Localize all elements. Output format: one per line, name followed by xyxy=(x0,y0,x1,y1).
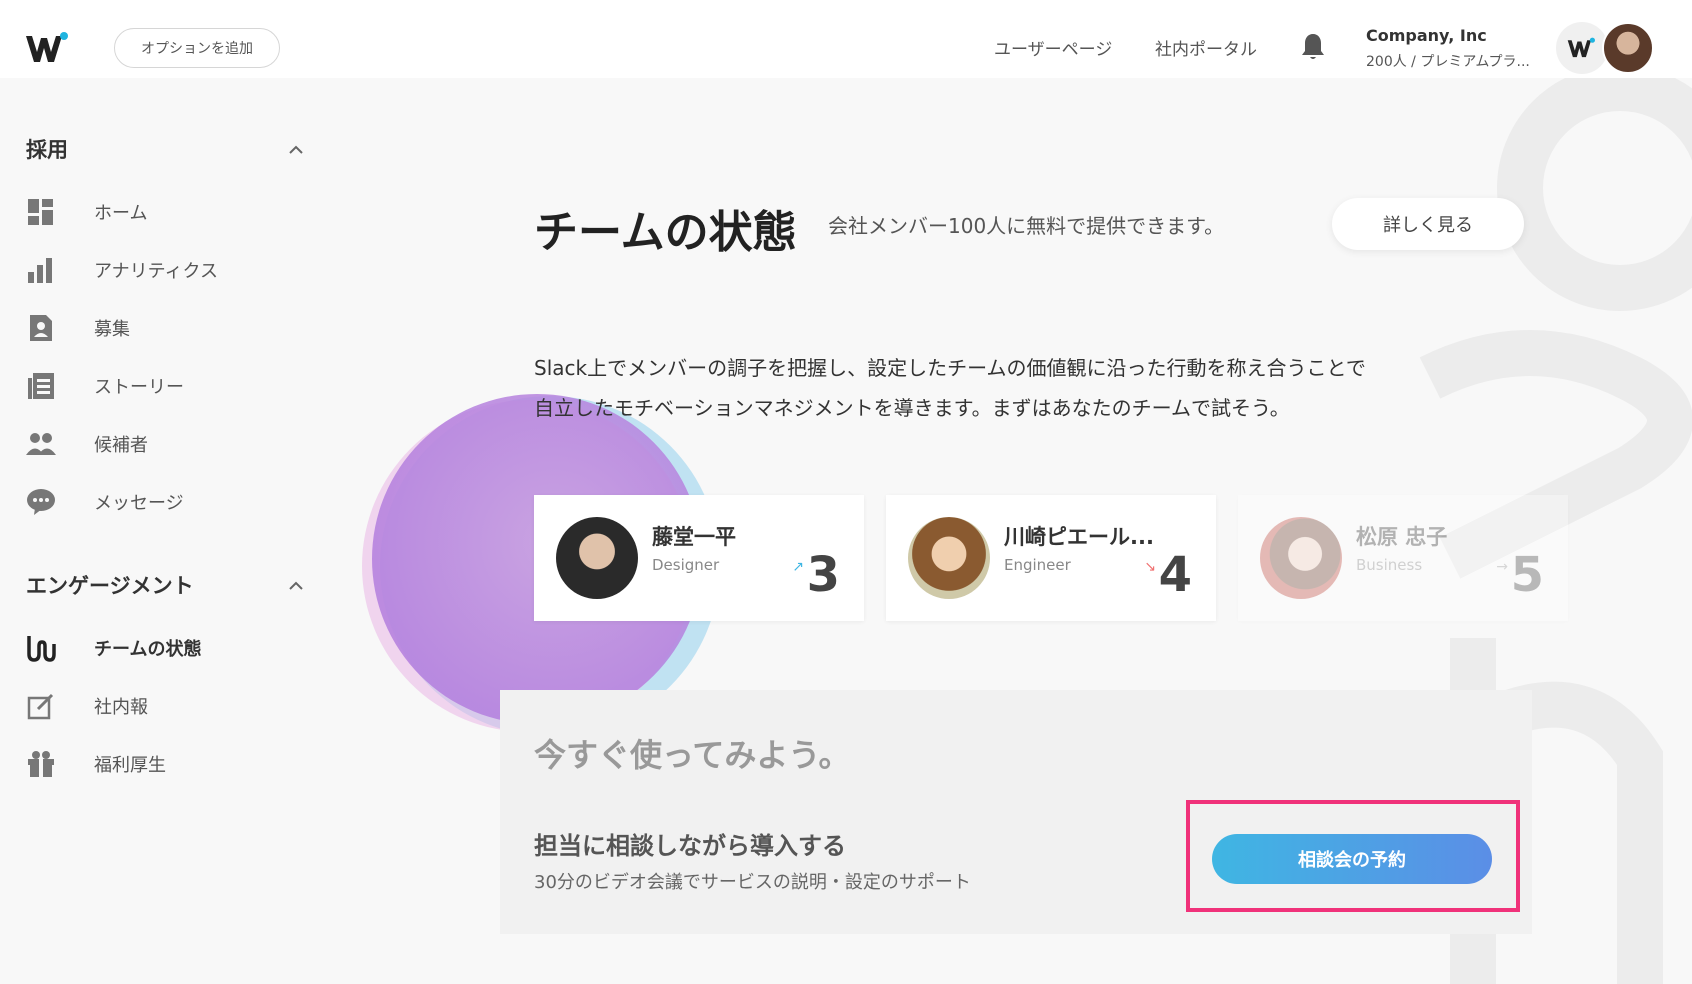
member-card[interactable]: 藤堂一平 Designer ↗ 3 xyxy=(534,495,864,621)
company-logo-avatar[interactable] xyxy=(1556,22,1608,74)
member-role: Designer xyxy=(652,556,720,574)
sidebar-item-benefits[interactable]: 福利厚生 xyxy=(26,744,316,784)
feature-description: Slack上でメンバーの調子を把握し、設定したチームの価値観に沿った行動を称え合… xyxy=(534,348,1494,428)
sidebar-item-label: チームの状態 xyxy=(94,639,202,660)
sidebar-item-label: アナリティクス xyxy=(94,261,219,282)
member-score: 4 xyxy=(1158,547,1192,603)
member-score: 3 xyxy=(806,547,840,603)
add-option-button[interactable]: オプションを追加 xyxy=(114,28,280,68)
bar-chart-icon xyxy=(26,255,56,285)
member-role: Engineer xyxy=(1004,556,1071,574)
description-line-2: 自立したモチベーションマネジメントを導きます。まずはあなたのチームで試そう。 xyxy=(534,396,1290,420)
member-score: 5 xyxy=(1510,547,1544,603)
book-consultation-button[interactable]: 相談会の予約 xyxy=(1212,834,1492,884)
company-info[interactable]: Company, Inc 200人 / プレミアムプラ... xyxy=(1366,26,1530,71)
page-title: チームの状態 xyxy=(534,207,797,258)
learn-more-button[interactable]: 詳しく見る xyxy=(1332,198,1524,250)
nav-user-page-link[interactable]: ユーザーページ xyxy=(994,35,1112,60)
job-posting-icon xyxy=(26,313,56,343)
sidebar-item-candidates[interactable]: 候補者 xyxy=(26,424,316,464)
trend-up-arrow-icon: ↗ xyxy=(792,559,804,575)
chevron-up-icon[interactable] xyxy=(288,580,304,590)
sidebar-item-analytics[interactable]: アナリティクス xyxy=(26,250,316,290)
page-subtitle: 会社メンバー100人に無料で提供できます。 xyxy=(828,214,1225,238)
consultation-title: 担当に相談しながら導入する xyxy=(534,832,846,860)
sidebar-item-label: 社内報 xyxy=(94,697,148,718)
member-card[interactable]: 川崎ピエール... Engineer ↘ 4 xyxy=(886,495,1216,621)
notification-bell-icon[interactable] xyxy=(1300,32,1326,62)
company-name: Company, Inc xyxy=(1366,26,1487,45)
sidebar-item-label: ストーリー xyxy=(94,377,184,398)
sidebar-item-label: ホーム xyxy=(94,203,148,224)
user-avatar[interactable] xyxy=(1602,22,1654,74)
edit-note-icon xyxy=(26,691,56,721)
gift-icon xyxy=(26,749,56,779)
member-name: 川崎ピエール... xyxy=(1004,525,1154,549)
sidebar-item-label: 募集 xyxy=(94,319,130,340)
consultation-subtitle: 30分のビデオ会議でサービスの説明・設定のサポート xyxy=(534,872,971,893)
sidebar-item-internal-newsletter[interactable]: 社内報 xyxy=(26,686,316,726)
company-plan: 200人 / プレミアムプラ... xyxy=(1366,54,1530,70)
member-photo xyxy=(1260,517,1342,599)
people-icon xyxy=(26,429,56,459)
get-started-title: 今すぐ使ってみよう。 xyxy=(534,736,851,774)
chat-icon xyxy=(26,487,56,517)
wantedly-logo[interactable] xyxy=(24,28,72,68)
sidebar-item-home[interactable]: ホーム xyxy=(26,192,316,232)
sidebar-section-engagement[interactable]: エンゲージメント xyxy=(26,570,194,600)
member-photo xyxy=(908,517,990,599)
member-role: Business xyxy=(1356,556,1423,574)
member-name: 松原 忠子 xyxy=(1356,525,1448,549)
trend-down-arrow-icon: ↘ xyxy=(1144,559,1156,575)
sidebar-item-label: 候補者 xyxy=(94,435,148,456)
member-card[interactable]: 松原 忠子 Business → 5 xyxy=(1238,495,1568,621)
article-icon xyxy=(26,371,56,401)
member-photo xyxy=(556,517,638,599)
nav-company-portal-link[interactable]: 社内ポータル xyxy=(1155,35,1257,60)
sidebar-item-label: 福利厚生 xyxy=(94,755,166,776)
sidebar-item-job-posting[interactable]: 募集 xyxy=(26,308,316,348)
sidebar-section-recruiting[interactable]: 採用 xyxy=(26,134,68,164)
sidebar-item-story[interactable]: ストーリー xyxy=(26,366,316,406)
wantedly-mini-logo-icon xyxy=(1567,37,1595,58)
team-wave-icon xyxy=(26,633,56,663)
trend-right-arrow-icon: → xyxy=(1496,559,1508,575)
chevron-up-icon[interactable] xyxy=(288,144,304,154)
member-name: 藤堂一平 xyxy=(652,525,736,549)
dashboard-icon xyxy=(26,197,56,227)
sidebar-item-team-status[interactable]: チームの状態 xyxy=(26,628,316,668)
top-header: オプションを追加 ユーザーページ 社内ポータル Company, Inc 200… xyxy=(0,0,1692,78)
sidebar-item-messages[interactable]: メッセージ xyxy=(26,482,316,522)
sidebar-item-label: メッセージ xyxy=(94,493,184,514)
sidebar: 採用 ホーム アナリティクス 募集 ストーリー 候補者 メッセージ エンゲージメ… xyxy=(0,78,330,984)
description-line-1: Slack上でメンバーの調子を把握し、設定したチームの価値観に沿った行動を称え合… xyxy=(534,356,1366,380)
